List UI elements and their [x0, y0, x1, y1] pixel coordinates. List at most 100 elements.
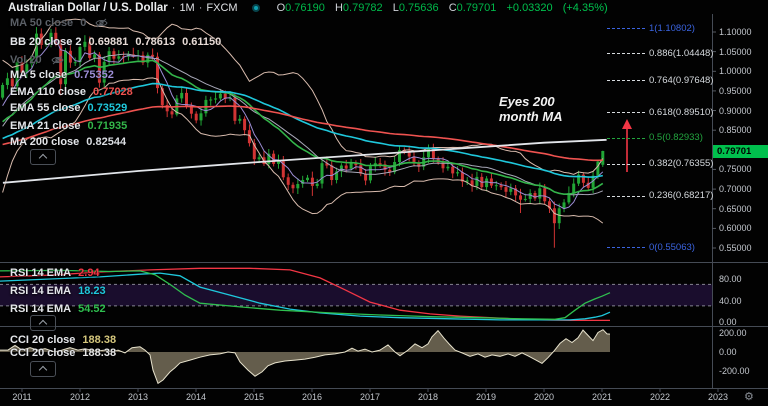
- indicator-value: 0: [80, 17, 87, 29]
- pane-collapse-button[interactable]: [30, 361, 56, 377]
- fib-level-label[interactable]: 0.618(0.89510): [649, 107, 713, 118]
- indicator-value: 18.23: [78, 285, 106, 297]
- indicator-label: MA 50 close: [10, 17, 74, 29]
- exchange-label[interactable]: FXCM: [206, 2, 237, 14]
- fib-level-line: [607, 112, 645, 113]
- year-axis-label: 2023: [707, 392, 729, 402]
- indicator-label: CCI 20 close: [10, 334, 76, 346]
- price-axis-label: 0.75000: [719, 164, 752, 175]
- indicator-value: 54.52: [78, 303, 106, 315]
- separator-dot: ·: [198, 1, 203, 14]
- fib-level-line: [607, 163, 645, 165]
- price-axis-label: 0.90000: [719, 105, 752, 116]
- indicator-row[interactable]: EMA 55 close 0.73529: [10, 102, 127, 114]
- interval-label[interactable]: 1M: [179, 2, 194, 14]
- settings-gear-icon[interactable]: ⚙: [744, 390, 754, 403]
- symbol-title[interactable]: Australian Dollar / U.S. Dollar: [8, 2, 168, 14]
- indicator-row[interactable]: MA 50 close 0: [10, 17, 108, 29]
- change-percent: (+4.35%): [562, 1, 608, 14]
- year-axis-label: 2013: [127, 392, 149, 402]
- close-value: 0.79701: [456, 1, 497, 14]
- hidden-eye-icon[interactable]: [51, 55, 64, 65]
- indicator-value: 0.61150: [182, 36, 222, 48]
- indicator-row[interactable]: RSI 14 EMA 2.94: [10, 267, 100, 279]
- indicator-label: MA 200 close: [10, 136, 80, 148]
- chart-window: Australian Dollar / U.S. Dollar · 1M · F…: [0, 0, 768, 406]
- price-axis-label: 1.00000: [719, 66, 752, 77]
- indicator-value: 0.82544: [86, 136, 127, 148]
- indicator-row[interactable]: RSI 14 EMA 18.23: [10, 285, 106, 297]
- indicator-value: 0.71935: [87, 120, 128, 132]
- annotation-line1: Eyes 200: [499, 94, 555, 109]
- hidden-eye-icon[interactable]: [95, 18, 108, 28]
- fib-level-label[interactable]: 0.382(0.76355): [649, 158, 713, 169]
- indicator-row[interactable]: EMA 110 close 0.77028: [10, 86, 133, 98]
- indicator-value: 0.73529: [87, 102, 128, 114]
- indicator-label: RSI 14 EMA: [10, 303, 72, 315]
- fib-level-label[interactable]: 0(0.55063): [649, 242, 695, 253]
- market-status-icon[interactable]: [251, 3, 260, 12]
- indicator-row[interactable]: CCI 20 close 188.38: [10, 334, 116, 346]
- indicator-value: 0.77028: [93, 86, 133, 98]
- fib-level-line: [607, 137, 645, 139]
- fib-level-label[interactable]: 0.764(0.97648): [649, 75, 713, 86]
- indicator-row[interactable]: CCI 20 close 188.38: [10, 347, 116, 359]
- indicator-label: MA 5 close: [10, 69, 68, 81]
- price-axis-label: 0.95000: [719, 85, 752, 96]
- year-axis-label: 2021: [591, 392, 613, 402]
- rsi-axis-label: 80.00: [719, 274, 742, 284]
- indicator-row[interactable]: MA 5 close 0.75352: [10, 69, 114, 81]
- year-axis-label: 2016: [301, 392, 323, 402]
- pane-collapse-button[interactable]: [30, 315, 56, 331]
- fib-level-label[interactable]: 0.236(0.68217): [649, 190, 713, 201]
- open-label: O: [276, 1, 286, 14]
- low-value: 0.75636: [398, 1, 439, 14]
- rsi-axis-label: 40.00: [719, 295, 742, 306]
- fib-level-label[interactable]: 1(1.10802): [649, 23, 695, 34]
- cci-axis-label: 0.00: [719, 347, 737, 357]
- price-axis-label: 1.10000: [719, 27, 752, 37]
- pane-collapse-button[interactable]: [30, 149, 56, 165]
- text-annotation[interactable]: Eyes 200 month MA: [499, 94, 563, 125]
- year-axis-label: 2018: [417, 392, 439, 402]
- last-price-badge: 0.79701: [713, 144, 768, 158]
- indicator-row[interactable]: BB 20 close 2 0.69881 0.78613 0.61150: [10, 36, 221, 48]
- fib-level-line: [607, 80, 645, 81]
- indicator-label: EMA 110 close: [10, 86, 87, 98]
- year-axis-label: 2019: [475, 392, 497, 402]
- indicator-row[interactable]: Vol 20: [10, 54, 64, 66]
- indicator-row[interactable]: MA 200 close 0.82544: [10, 136, 126, 148]
- fib-level-label[interactable]: 0.886(1.04448): [649, 48, 713, 59]
- price-axis-label: 0.55000: [719, 243, 752, 253]
- indicator-value: 188.38: [82, 334, 117, 346]
- price-axis-label: 1.05000: [719, 46, 752, 57]
- indicator-label: BB 20 close 2: [10, 36, 82, 48]
- indicator-row[interactable]: RSI 14 EMA 54.52: [10, 303, 106, 315]
- cci-axis-label: 200.00: [719, 328, 747, 338]
- indicator-label: Vol 20: [10, 54, 42, 66]
- symbol-header: Australian Dollar / U.S. Dollar · 1M · F…: [8, 1, 608, 14]
- price-axis-label: 0.65000: [719, 203, 752, 214]
- price-axis-label: 0.70000: [719, 184, 752, 195]
- indicator-value: 188.38: [82, 347, 117, 359]
- indicator-label: EMA 55 close: [10, 102, 81, 114]
- year-axis-label: 2020: [533, 392, 555, 402]
- fib-level-line: [607, 53, 645, 55]
- change-value: +0.03320: [506, 1, 553, 14]
- indicator-label: RSI 14 EMA: [10, 285, 72, 297]
- separator-dot: ·: [171, 1, 176, 14]
- open-value: 0.76190: [285, 1, 325, 14]
- year-axis-label: 2012: [69, 392, 91, 402]
- close-label: C: [448, 1, 457, 14]
- fib-level-label[interactable]: 0.5(0.82933): [649, 132, 703, 143]
- year-axis-label: 2014: [185, 392, 207, 402]
- fib-level-line: [607, 28, 645, 30]
- indicator-row[interactable]: EMA 21 close 0.71935: [10, 120, 127, 132]
- high-value: 0.79782: [342, 1, 383, 14]
- indicator-value: 0.78613: [135, 36, 176, 48]
- indicator-value: 2.94: [78, 267, 100, 279]
- high-label: H: [334, 1, 343, 14]
- fib-level-line: [607, 195, 645, 197]
- indicator-value: 0.75352: [74, 69, 114, 81]
- rsi-axis-label: 0.00: [719, 317, 737, 327]
